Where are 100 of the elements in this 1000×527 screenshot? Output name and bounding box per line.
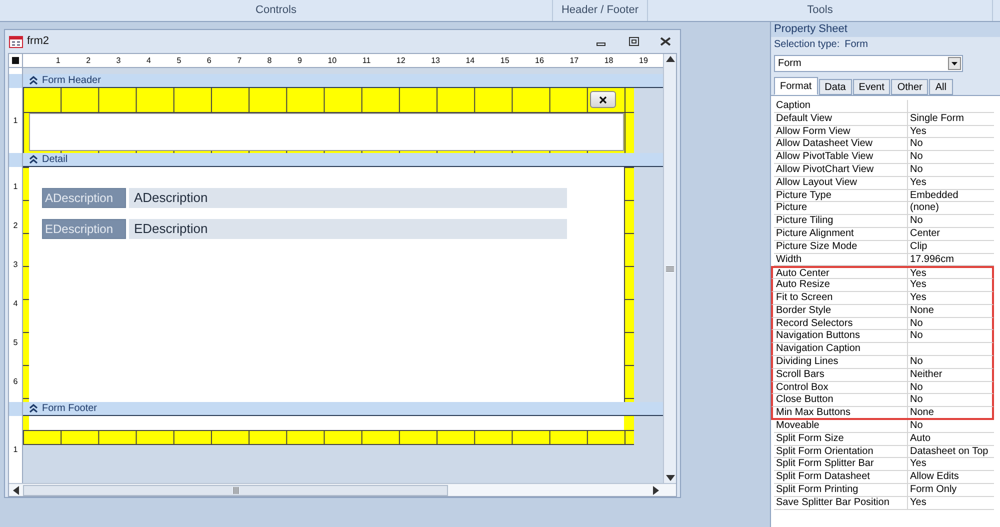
property-row[interactable]: Allow Layout View Yes [774, 176, 994, 190]
property-name: Caption [774, 100, 908, 112]
property-name: Split Form Orientation [774, 446, 908, 458]
property-name: Navigation Caption [774, 343, 908, 355]
property-row[interactable]: Width 17.996cm [774, 254, 994, 266]
ruler-number: 3 [13, 260, 18, 269]
object-dropdown[interactable]: Form [774, 55, 963, 72]
property-row[interactable]: Picture Tiling No [774, 215, 994, 228]
property-row[interactable]: Close Button No [771, 394, 994, 408]
property-value[interactable]: Yes [908, 176, 926, 189]
ribbon-group-label: Controls [256, 3, 296, 18]
text-box[interactable]: EDescription [129, 219, 567, 239]
property-value[interactable]: No [908, 138, 923, 150]
property-row[interactable]: Allow Datasheet View No [774, 138, 994, 152]
property-value[interactable]: No [908, 151, 923, 163]
property-row[interactable]: Control Box No [771, 382, 994, 394]
property-row[interactable]: Navigation Buttons No [771, 330, 994, 344]
property-row[interactable]: Split Form Splitter Bar Yes [774, 458, 994, 472]
property-value[interactable]: (none) [908, 202, 939, 214]
section-bar[interactable]: Form Header [23, 74, 663, 88]
property-row[interactable]: Split Form Printing Form Only [774, 484, 994, 497]
property-row[interactable]: Split Form Size Auto [774, 432, 994, 446]
restore-icon[interactable] [629, 37, 639, 46]
property-name: Split Form Size [774, 432, 908, 445]
property-tab[interactable]: Event [852, 79, 890, 95]
close-icon[interactable] [660, 37, 671, 46]
scroll-left-icon[interactable] [13, 486, 19, 494]
property-row[interactable]: Picture (none) [774, 202, 994, 216]
property-value[interactable]: Neither [908, 368, 942, 381]
property-row[interactable]: Auto Center Yes [771, 266, 994, 280]
property-value[interactable]: Clip [908, 240, 928, 253]
section-bar[interactable]: Form Footer [23, 402, 663, 416]
property-row[interactable]: Split Form Datasheet Allow Edits [774, 471, 994, 484]
vertical-scrollbar[interactable] [663, 54, 676, 483]
property-tab[interactable]: Data [818, 79, 852, 95]
property-value[interactable]: No [908, 382, 923, 394]
property-row[interactable]: Allow Form View Yes [774, 126, 994, 138]
property-value[interactable]: Allow Edits [908, 471, 959, 483]
property-value[interactable]: Yes [908, 279, 926, 291]
property-row[interactable]: Default View Single Form [774, 112, 994, 126]
property-row[interactable]: Scroll Bars Neither [771, 368, 994, 382]
property-value[interactable]: None [908, 304, 934, 317]
scroll-thumb[interactable] [23, 484, 448, 496]
property-row[interactable]: Save Splitter Bar Position Yes [774, 496, 994, 510]
property-row[interactable]: Fit to Screen Yes [771, 292, 994, 305]
property-value[interactable]: 17.996cm [908, 254, 954, 266]
property-value[interactable]: Embedded [908, 190, 958, 202]
property-value[interactable]: No [908, 215, 923, 227]
property-row[interactable]: Split Form Orientation Datasheet on Top [774, 446, 994, 458]
property-value[interactable]: Center [908, 228, 940, 240]
property-tab[interactable]: Other [891, 79, 928, 95]
property-tab[interactable]: All [929, 79, 953, 95]
property-value[interactable]: No [908, 330, 923, 342]
property-row[interactable]: Dividing Lines No [771, 356, 994, 369]
property-row[interactable]: Auto Resize Yes [771, 279, 994, 292]
property-row[interactable]: Caption [774, 100, 994, 113]
property-row[interactable]: Navigation Caption [771, 343, 994, 356]
property-name: Allow Datasheet View [774, 138, 908, 150]
property-value[interactable]: None [908, 407, 934, 418]
property-row[interactable]: Record Selectors No [771, 318, 994, 330]
ruler-number: 1 [13, 182, 18, 191]
property-name: Dividing Lines [774, 356, 908, 368]
property-value[interactable]: No [908, 356, 923, 368]
property-tab[interactable]: Format [774, 77, 818, 95]
text-box[interactable]: ADescription [129, 188, 567, 208]
property-name: Picture Tiling [774, 215, 908, 227]
scroll-right-icon[interactable] [653, 486, 659, 494]
property-value[interactable]: Auto [908, 432, 931, 445]
property-value[interactable]: Single Form [908, 112, 964, 125]
property-row[interactable]: Picture Type Embedded [774, 190, 994, 202]
property-row[interactable]: Picture Size Mode Clip [774, 240, 994, 254]
section-bar[interactable]: Detail [23, 153, 663, 167]
property-value[interactable]: No [908, 394, 923, 406]
scroll-grip-icon[interactable] [666, 266, 674, 272]
scroll-down-icon[interactable] [666, 475, 674, 481]
property-value[interactable]: No [908, 420, 923, 432]
property-row[interactable]: Picture Alignment Center [774, 228, 994, 241]
close-button[interactable] [590, 91, 616, 108]
property-value[interactable]: Yes [908, 292, 926, 304]
property-value[interactable]: Yes [908, 126, 926, 138]
property-value[interactable]: Yes [908, 268, 926, 278]
ruler-number: 19 [639, 56, 648, 64]
property-row[interactable]: Moveable No [774, 420, 994, 433]
horizontal-scrollbar[interactable] [9, 483, 676, 496]
property-name: Auto Center [774, 268, 908, 278]
ruler-number: 11 [362, 56, 371, 64]
scroll-up-icon[interactable] [666, 56, 674, 62]
property-value[interactable]: No [908, 164, 923, 176]
property-value[interactable]: Yes [908, 458, 926, 470]
property-row[interactable]: Allow PivotTable View No [774, 151, 994, 164]
property-row[interactable]: Allow PivotChart View No [774, 164, 994, 177]
property-value[interactable]: Yes [908, 496, 926, 508]
property-row[interactable]: Border Style None [771, 304, 994, 318]
property-name: Picture Alignment [774, 228, 908, 240]
property-name: Split Form Printing [774, 484, 908, 496]
property-value[interactable]: Form Only [908, 484, 957, 496]
property-value[interactable]: No [908, 318, 923, 330]
property-value[interactable]: Datasheet on Top [908, 446, 988, 458]
property-row[interactable]: Min Max Buttons None [771, 407, 994, 420]
property-name: Navigation Buttons [774, 330, 908, 342]
